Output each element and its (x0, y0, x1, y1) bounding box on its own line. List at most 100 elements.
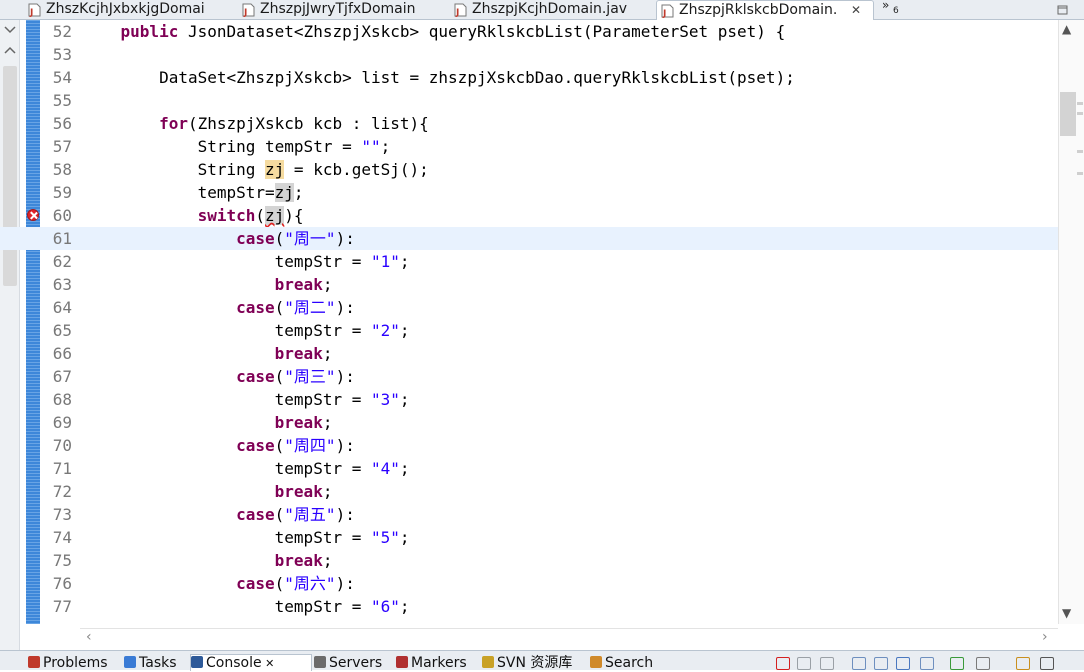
code-token: ; (399, 528, 410, 547)
editor-tab[interactable]: J ZhszKcjhJxbxkjgDomai (24, 0, 238, 20)
code-token: ; (322, 275, 333, 294)
view-tab[interactable]: Tasks (124, 655, 188, 671)
close-view-icon[interactable]: ✕ (262, 657, 274, 670)
view-tab-label: SVN 资源库 (497, 655, 573, 671)
editor-tab[interactable]: J ZhszpjKcjhDomain.jav (450, 0, 656, 20)
tab-overflow-button[interactable]: » (882, 0, 889, 12)
open-console-icon[interactable] (976, 657, 990, 670)
scroll-lock-icon[interactable] (874, 657, 888, 670)
view-tab[interactable]: Markers (396, 655, 480, 671)
code-line[interactable]: 73 case("周五"): (0, 503, 1058, 526)
scroll-up-icon[interactable]: ▲ (1062, 22, 1071, 36)
view-tab[interactable]: Search (590, 655, 664, 671)
vertical-scroll-thumb[interactable] (1060, 92, 1076, 136)
code-token: ( (255, 206, 266, 225)
code-line[interactable]: 64 case("周二"): (0, 296, 1058, 319)
view-tab[interactable]: Servers (314, 655, 394, 671)
remove-launch-icon[interactable] (797, 657, 811, 670)
line-number: 76 (52, 574, 72, 593)
minimize-icon[interactable] (1050, 0, 1084, 20)
code-token: tempStr = (82, 528, 371, 547)
overview-marker[interactable] (1077, 112, 1083, 115)
code-line[interactable]: 58 String zj = kcb.getSj(); (0, 158, 1058, 181)
code-text: tempStr = "6"; (82, 595, 410, 618)
editor-tab-label: ZhszpjJwryTjfxDomain (260, 1, 416, 17)
code-token: "" (361, 137, 381, 156)
code-token: ; (322, 413, 333, 432)
code-line[interactable]: 71 tempStr = "4"; (0, 457, 1058, 480)
code-text: tempStr = "2"; (82, 319, 410, 342)
overview-marker[interactable] (1077, 102, 1083, 105)
code-line[interactable]: 68 tempStr = "3"; (0, 388, 1058, 411)
code-editor[interactable]: 52 public JsonDataset<ZhszpjXskcb> query… (0, 20, 1058, 624)
svg-text:J: J (455, 8, 459, 17)
view-tab-label: Problems (43, 655, 108, 671)
view-tab[interactable]: SVN 资源库 (482, 655, 588, 671)
code-line[interactable]: 69 break; (0, 411, 1058, 434)
view-tab[interactable]: Problems (28, 655, 122, 671)
code-token: ( (274, 436, 285, 455)
code-line[interactable]: 62 tempStr = "1"; (0, 250, 1058, 273)
code-token: "3" (370, 390, 400, 409)
code-line[interactable]: 65 tempStr = "2"; (0, 319, 1058, 342)
view-tab[interactable]: Console ✕ (190, 654, 312, 671)
code-line[interactable]: 67 case("周三"): (0, 365, 1058, 388)
scroll-right-icon[interactable]: › (1042, 629, 1048, 645)
code-line[interactable]: 59 tempStr=zj; (0, 181, 1058, 204)
code-text: case("周六"): (82, 572, 355, 595)
overview-ruler (1076, 20, 1084, 624)
code-line[interactable]: 61 case("周一"): (0, 227, 1058, 250)
editor-tab-label: ZhszKcjhJxbxkjgDomai (46, 1, 205, 17)
line-number: 75 (52, 551, 72, 570)
scroll-left-icon[interactable]: ‹ (86, 629, 92, 645)
code-line[interactable]: 63 break; (0, 273, 1058, 296)
overview-marker[interactable] (1077, 150, 1083, 153)
code-line[interactable]: 77 tempStr = "6"; (0, 595, 1058, 618)
clear-console-icon[interactable] (852, 657, 866, 670)
code-token: ( (274, 367, 285, 386)
editor-tab[interactable]: J ZhszpjRklskcbDomain. ✕ (656, 0, 874, 20)
code-line[interactable]: 72 break; (0, 480, 1058, 503)
code-line[interactable]: 70 case("周四"): (0, 434, 1058, 457)
code-token: "6" (370, 597, 400, 616)
terminate-icon[interactable] (776, 657, 790, 670)
code-text: switch(zj){ (82, 204, 304, 227)
code-line[interactable]: 76 case("周六"): (0, 572, 1058, 595)
overview-marker[interactable] (1077, 172, 1083, 175)
pin-console-icon[interactable] (920, 657, 934, 670)
code-line[interactable]: 75 break; (0, 549, 1058, 572)
code-text: break; (82, 273, 333, 296)
code-line[interactable]: 52 public JsonDataset<ZhszpjXskcb> query… (0, 20, 1058, 43)
code-token: "周五" (284, 505, 336, 524)
code-token: ){ (284, 206, 304, 225)
code-line[interactable]: 53 (0, 43, 1058, 66)
view-menu-icon[interactable] (1040, 657, 1054, 670)
code-line[interactable]: 60 switch(zj){ (0, 204, 1058, 227)
scroll-down-icon[interactable]: ▼ (1062, 606, 1071, 620)
code-line[interactable]: 55 (0, 89, 1058, 112)
line-number: 68 (52, 390, 72, 409)
error-marker-icon[interactable] (27, 209, 39, 221)
code-token: tempStr = (82, 390, 371, 409)
word-wrap-icon[interactable] (896, 657, 910, 670)
code-text: case("周三"): (82, 365, 355, 388)
code-line[interactable]: 56 for(ZhszpjXskcb kcb : list){ (0, 112, 1058, 135)
close-tab-icon[interactable]: ✕ (851, 1, 861, 20)
code-line[interactable]: 66 break; (0, 342, 1058, 365)
view-tab-label: Tasks (139, 655, 177, 671)
editor-window-controls[interactable] (1050, 0, 1084, 20)
remove-all-icon[interactable] (820, 657, 834, 670)
new-console-icon[interactable] (1016, 657, 1030, 670)
code-text: break; (82, 411, 333, 434)
display-selected-icon[interactable] (950, 657, 964, 670)
code-line[interactable]: 74 tempStr = "5"; (0, 526, 1058, 549)
code-line[interactable]: 54 DataSet<ZhszpjXskcb> list = zhszpjXsk… (0, 66, 1058, 89)
editor-tab[interactable]: J ZhszpjJwryTjfxDomain (238, 0, 450, 20)
code-text: String zj = kcb.getSj(); (82, 158, 429, 181)
code-line[interactable]: 57 String tempStr = ""; (0, 135, 1058, 158)
horizontal-scrollbar[interactable]: ‹ › (80, 628, 1058, 646)
view-tab-label: Search (605, 655, 654, 671)
code-token: ( (274, 298, 285, 317)
